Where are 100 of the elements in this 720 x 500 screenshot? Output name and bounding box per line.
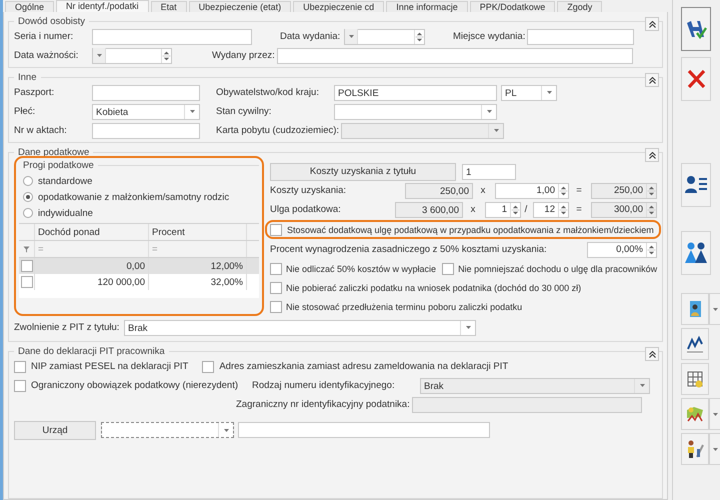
input-field[interactable] [92, 122, 200, 138]
double-chevron-icon [648, 20, 656, 28]
dropdown[interactable] [101, 422, 234, 438]
caret-icon [224, 428, 228, 432]
column-header[interactable]: Procent [149, 224, 247, 240]
field-label: Karta pobytu (cudzoziemiec): [216, 125, 340, 136]
spin-arrows-icon[interactable] [646, 242, 656, 256]
checkbox-label: Ograniczony obowiązek podatkowy (nierezydent) [31, 380, 238, 391]
spin-field[interactable]: 12 [533, 202, 569, 218]
caret-icon [96, 54, 102, 57]
spin-arrows-icon[interactable] [558, 202, 568, 216]
date-field[interactable] [92, 48, 172, 64]
field-label: Ulga podatkowa: [270, 204, 342, 215]
input-field[interactable]: POLSKIE [334, 84, 497, 100]
caret-icon [486, 110, 492, 113]
field-label: Procent wynagrodzenia zasadniczego z 50% kosztami uzyskania: [270, 244, 548, 255]
dropdown[interactable]: Brak [124, 320, 476, 336]
checkbox[interactable] [270, 282, 282, 294]
field-label: Obywatelstwo/kod kraju: [216, 87, 320, 98]
field-label: Stan cywilny: [216, 106, 272, 117]
checkbox[interactable] [14, 380, 26, 392]
caret-icon [712, 412, 718, 416]
dropdown[interactable]: PL [501, 84, 557, 100]
people-icon [684, 241, 708, 265]
input-field[interactable] [92, 84, 200, 100]
checkbox[interactable] [202, 360, 214, 372]
costs-button[interactable]: Koszty uzyskania z tytułu [270, 162, 456, 180]
double-chevron-icon [648, 76, 656, 84]
caret-icon [546, 91, 552, 94]
checkbox[interactable] [442, 262, 454, 274]
tab[interactable]: Nr identyf./podatki [56, 0, 149, 12]
collapse-button[interactable] [645, 347, 659, 361]
group-title: Progi podatkowe [22, 160, 95, 171]
map-chart-icon [685, 404, 705, 424]
checkbox[interactable] [270, 224, 282, 236]
checkbox-label: NIP zamiast PESEL na deklaracji PIT [31, 361, 188, 372]
filter-icon[interactable] [23, 246, 30, 252]
field-label: Data wydania: [280, 31, 342, 42]
spin-arrows-icon[interactable] [646, 202, 656, 216]
table-row[interactable]: 0,00 12,00% [19, 258, 259, 274]
spin-arrows-icon[interactable] [558, 184, 568, 198]
spin-field[interactable]: 0,00% [587, 242, 657, 258]
field-label: Seria i numer: [14, 31, 74, 42]
caret-icon [494, 129, 499, 132]
input-field[interactable] [276, 48, 633, 64]
radio-button[interactable] [23, 176, 33, 186]
document-person-button[interactable] [681, 293, 709, 325]
person-list-button[interactable] [681, 163, 711, 207]
checkbox-label: Nie pomniejszać dochodu o ulgę dla pracowników [458, 264, 658, 274]
checkbox-label: Adres zamieszkania zamiast adresu zameldowania na deklaracji PIT [219, 361, 508, 372]
caret-icon [348, 35, 354, 38]
field-label: Płeć: [14, 106, 36, 117]
table-button[interactable] [681, 363, 709, 395]
dropdown[interactable] [334, 104, 497, 120]
spin-field[interactable]: 300,00 [591, 202, 657, 218]
tab[interactable]: PPK/Dodatkowe [470, 1, 556, 12]
input-field[interactable]: 250,00 [405, 182, 473, 198]
people-button[interactable] [681, 231, 711, 275]
field-label: Zagraniczny nr identyfikacyjny podatnika: [236, 399, 411, 410]
column-header[interactable]: Dochód ponad [35, 224, 149, 240]
collapse-button[interactable] [645, 73, 659, 87]
checkbox[interactable] [14, 360, 26, 372]
caret-icon [712, 448, 718, 450]
group-title: Dane podatkowe [17, 147, 90, 158]
input-field[interactable]: 1 [462, 164, 516, 180]
input-field[interactable]: 3 600,00 [395, 202, 463, 218]
tab[interactable]: Etat [150, 1, 187, 12]
collapse-button[interactable] [645, 17, 659, 31]
spin-arrows-icon[interactable] [510, 202, 520, 216]
office-button[interactable]: Urząd [14, 420, 96, 440]
radio-button[interactable] [23, 208, 33, 218]
field-label: x [470, 204, 476, 215]
field-label: Miejsce wydania: [453, 31, 526, 42]
spin-field[interactable]: 1 [485, 202, 521, 218]
spin-field[interactable]: 250,00 [591, 182, 657, 198]
input-field[interactable] [527, 28, 634, 44]
checkbox[interactable] [270, 300, 282, 312]
spin-field[interactable]: 1,00 [495, 182, 569, 198]
map-chart-button[interactable] [681, 398, 709, 430]
tab[interactable]: Ubezpieczenie (etat) [188, 1, 292, 12]
field-label: x [480, 185, 486, 196]
close-button[interactable] [681, 57, 711, 101]
spin-arrows-icon[interactable] [414, 30, 424, 44]
tab[interactable]: Zgody [557, 1, 602, 12]
caret-icon [190, 110, 194, 113]
checkbox[interactable] [270, 262, 282, 274]
spin-arrows-icon[interactable] [161, 48, 171, 62]
tab[interactable]: Ubezpieczenie cd [293, 1, 384, 12]
tab[interactable]: Ogólne [5, 1, 54, 12]
tab[interactable]: Inne informacje [386, 1, 468, 12]
radio-button[interactable] [23, 192, 33, 202]
collapse-button[interactable] [645, 148, 659, 162]
spin-arrows-icon[interactable] [646, 184, 656, 198]
date-field[interactable] [344, 28, 425, 44]
input-field[interactable] [92, 28, 252, 44]
double-chevron-icon [648, 152, 656, 158]
field-label: Data ważności: [14, 50, 80, 61]
caret-icon [640, 384, 644, 387]
dropdown[interactable]: Kobieta [92, 104, 200, 120]
input-field[interactable] [238, 422, 490, 438]
